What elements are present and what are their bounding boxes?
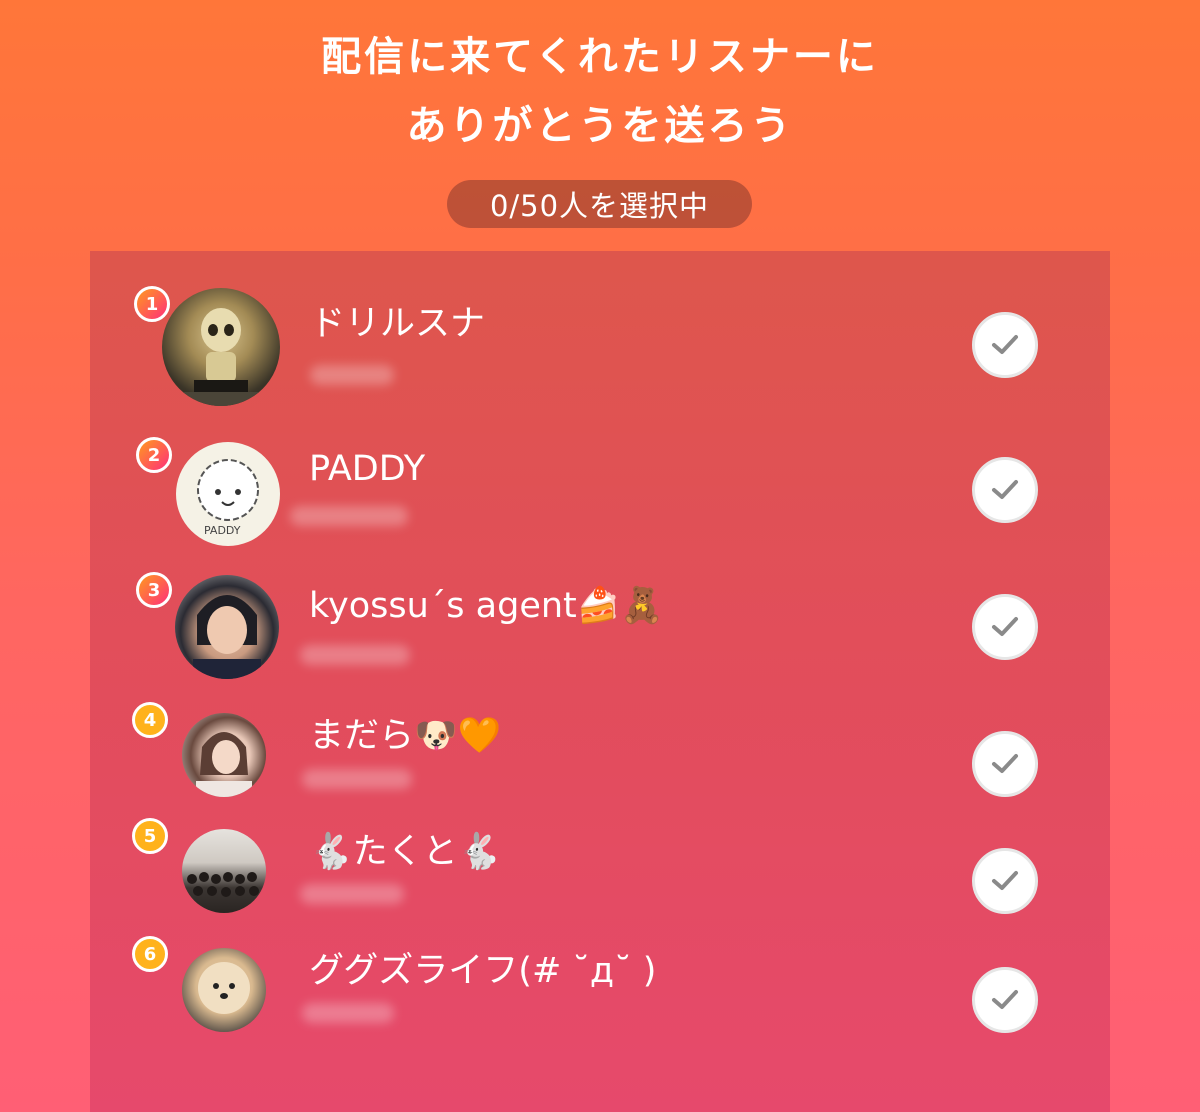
rank-badge: 3: [136, 572, 172, 608]
checkmark-icon: [992, 335, 1018, 354]
blurred-subtext: [310, 365, 394, 385]
listener-name: 🐇たくと🐇: [309, 832, 502, 872]
select-check-button[interactable]: [972, 594, 1038, 660]
rank-badge: 1: [134, 286, 170, 322]
listener-name: PADDY: [309, 449, 426, 489]
page-title-line2: ありがとうを送ろう: [406, 103, 794, 149]
svg-text:PADDY: PADDY: [204, 524, 241, 537]
blurred-subtext: [300, 645, 410, 665]
avatar: [182, 948, 266, 1032]
select-check-button[interactable]: [972, 731, 1038, 797]
avatar: [175, 575, 279, 679]
listener-name: kyossu´s agent🍰🧸: [309, 586, 664, 626]
person-portrait-icon: [193, 595, 261, 679]
select-check-button[interactable]: [972, 967, 1038, 1033]
checkmark-icon: [992, 617, 1018, 636]
checkmark-icon: [992, 754, 1018, 773]
selection-counter: 0/50人を選択中: [447, 180, 752, 228]
select-check-button[interactable]: [972, 312, 1038, 378]
selection-counter-text: 0/50人を選択中: [489, 189, 710, 223]
blurred-subtext: [290, 506, 408, 526]
rank-badge: 5: [132, 818, 168, 854]
blurred-subtext: [300, 884, 404, 904]
listener-name: まだら🐶🧡: [309, 716, 502, 756]
checkmark-icon: [992, 480, 1018, 499]
person-portrait-icon: [196, 732, 252, 797]
select-check-button[interactable]: [972, 848, 1038, 914]
rank-badge: 2: [136, 437, 172, 473]
pomeranian-dog-icon: [198, 962, 250, 1014]
checkmark-icon: [992, 871, 1018, 890]
select-check-button[interactable]: [972, 457, 1038, 523]
listener-name: ドリルスナ: [310, 304, 486, 344]
avatar: [182, 829, 266, 913]
skeleton-figure-icon: [162, 308, 280, 406]
blurred-subtext: [302, 1003, 394, 1023]
checkmark-icon: [992, 990, 1018, 1009]
blurred-subtext: [302, 769, 412, 789]
listener-name: ググズライフ(# ˘д˘ ): [309, 951, 657, 991]
page-title-line1: 配信に来てくれたリスナーに: [321, 34, 879, 80]
rank-badge: 6: [132, 936, 168, 972]
avatar: [182, 713, 266, 797]
rank-badge: 4: [132, 702, 168, 738]
group-photo-icon: [187, 872, 259, 897]
avatar: [162, 288, 280, 406]
alpaca-drawing-icon: PADDY: [197, 459, 259, 537]
listener-list: 1 ドリルスナ PADDY 2 PADDY 3 kyossu´s agent🍰🧸…: [90, 251, 1110, 1112]
avatar: PADDY: [176, 442, 280, 546]
